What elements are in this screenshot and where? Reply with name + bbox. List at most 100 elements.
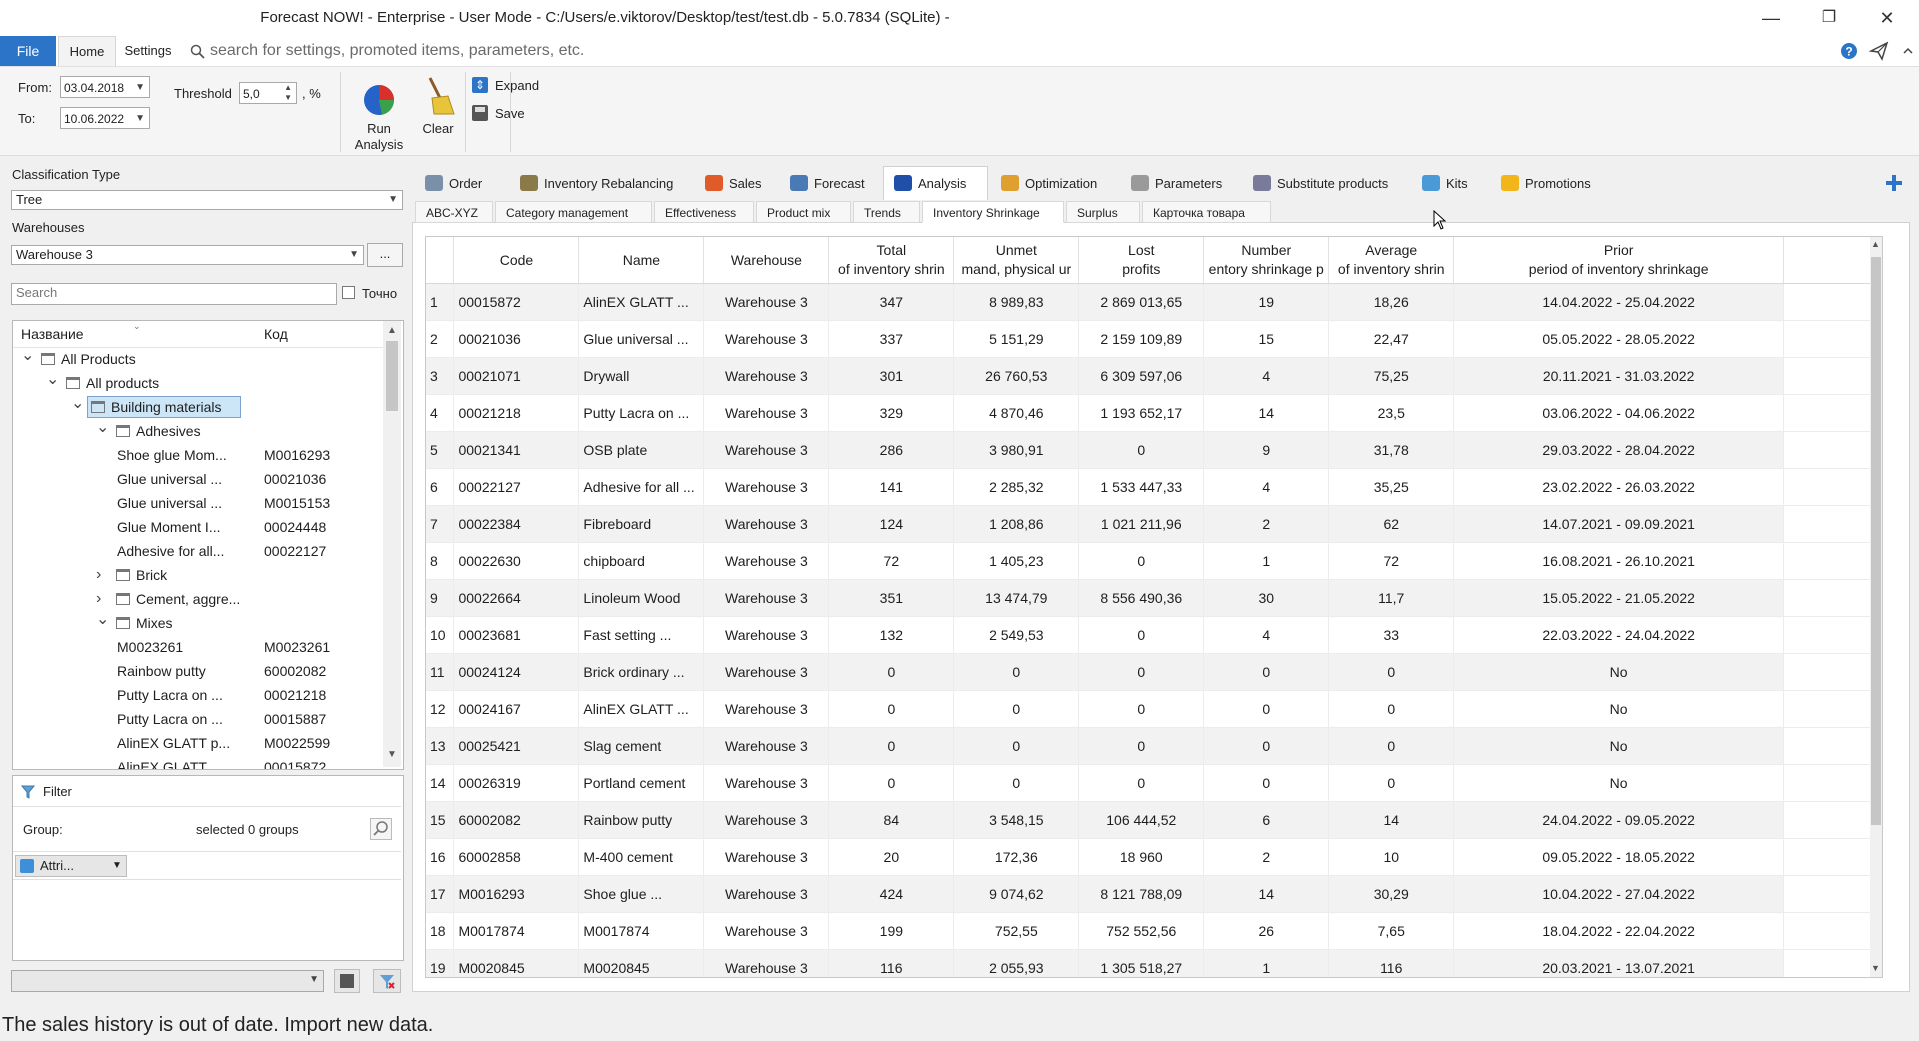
tab-sales[interactable]: Sales (694, 166, 777, 200)
to-date-input[interactable]: 10.06.2022 ▼ (60, 107, 150, 129)
preset-select[interactable]: ▼ (11, 970, 324, 992)
tree-row[interactable]: ⌄ Mixes (13, 609, 383, 634)
tab-inventory-rebalancing[interactable]: Inventory Rebalancing (509, 166, 692, 200)
column-header[interactable]: Lost profits (1078, 237, 1205, 284)
column-header[interactable]: Prior period of inventory shrinkage (1453, 237, 1785, 284)
save-preset-button[interactable] (334, 969, 360, 993)
table-row[interactable]: 3 00021071 Drywall Warehouse 3 301 26 760,53 6… (426, 357, 1882, 395)
subtab[interactable]: ABC-XYZ (415, 201, 493, 223)
column-header[interactable]: Total of inventory shrin (828, 237, 955, 284)
tab-substitute-products[interactable]: Substitute products (1242, 166, 1409, 200)
expand-chevron-icon[interactable]: › (96, 564, 101, 586)
subtab[interactable]: Product mix (756, 201, 851, 223)
tree-col-code[interactable]: Код (264, 326, 288, 342)
subtab[interactable]: Category management (495, 201, 652, 223)
attribute-filter-button[interactable]: Attri... ▼ (15, 855, 127, 877)
table-row[interactable]: 2 00021036 Glue universal ... Warehouse 3 33… (426, 320, 1882, 358)
table-row[interactable]: 9 00022664 Linoleum Wood Warehouse 3 351 13 4… (426, 579, 1882, 617)
run-analysis-button[interactable]: Run Analysis (346, 72, 412, 154)
tree-row[interactable]: AlinEX GLATT ... 00015872 (13, 756, 383, 769)
clear-filter-button[interactable] (373, 969, 401, 993)
table-row[interactable]: 16 60002858 M-400 cement Warehouse 3 20 172,3… (426, 838, 1882, 876)
tree-row[interactable]: ⌄ Building materials (13, 395, 383, 418)
grid-scrollbar[interactable]: ▲ ▼ (1870, 237, 1882, 977)
tree-row[interactable]: Shoe glue Mom... M0016293 (13, 444, 383, 466)
menu-settings[interactable]: Settings (116, 36, 180, 66)
tree-row[interactable]: › Brick (13, 564, 383, 586)
collapse-chevron-icon[interactable]: ⌄ (96, 609, 109, 631)
warehouse-select[interactable]: Warehouse 3 ▼ (11, 245, 364, 265)
table-row[interactable]: 11 00024124 Brick ordinary ... Warehouse 30… (426, 653, 1882, 691)
table-row[interactable]: 7 00022384 Fibreboard Warehouse 3 124 1 208,8… (426, 505, 1882, 543)
tab-promotions[interactable]: Promotions (1490, 166, 1607, 200)
tree-row[interactable]: Glue Moment I... 00024448 (13, 516, 383, 538)
table-row[interactable]: 4 00021218 Putty Lacra on ... Warehouse 3 32… (426, 394, 1882, 432)
table-row[interactable]: 12 00024167 AlinEX GLATT ... Warehouse 3000… (426, 690, 1882, 728)
product-tree[interactable]: Название ⌄ Код ⌄ All Products ⌄ All product… (12, 320, 404, 770)
clear-button[interactable]: Clear (414, 72, 462, 154)
tree-row[interactable]: Adhesive for all... 00022127 (13, 540, 383, 562)
warehouse-more-button[interactable]: ... (367, 243, 403, 267)
menu-home[interactable]: Home (58, 36, 116, 66)
group-search-icon[interactable] (370, 818, 392, 840)
tree-scrollbar[interactable]: ▲ ▼ (383, 321, 401, 767)
subtab[interactable]: Trends (853, 201, 920, 223)
table-row[interactable]: 8 00022630 chipboard Warehouse 3 72 1 405,23 0… (426, 542, 1882, 580)
tab-analysis[interactable]: Analysis (883, 166, 988, 200)
stepper-arrows-icon[interactable]: ▲ ▼ (284, 83, 292, 103)
collapse-chevron-icon[interactable]: ⌄ (46, 369, 59, 391)
tree-row[interactable]: Rainbow putty 60002082 (13, 660, 383, 682)
column-header[interactable]: Warehouse (703, 237, 830, 284)
column-header[interactable]: Unmet mand, physical ur (953, 237, 1080, 284)
subtab[interactable]: Inventory Shrinkage (922, 201, 1064, 223)
tree-row[interactable]: Glue universal ... 00021036 (13, 468, 383, 490)
tree-row[interactable]: AlinEX GLATT p... M0022599 (13, 732, 383, 754)
tab-parameters[interactable]: Parameters (1120, 166, 1240, 200)
tree-row[interactable]: Glue universal ... M0015153 (13, 492, 383, 514)
tree-row[interactable]: Putty Lacra on ... 00015887 (13, 708, 383, 730)
close-button[interactable]: ✕ (1864, 6, 1910, 30)
table-row[interactable]: 6 00022127 Adhesive for all ... Warehouse 3… (426, 468, 1882, 506)
scrollbar-thumb[interactable] (1871, 257, 1881, 825)
column-header[interactable]: Name (578, 237, 705, 284)
table-row[interactable]: 18 M0017874 M0017874 Warehouse 3 199 752,55 75… (426, 912, 1882, 950)
send-icon[interactable] (1869, 41, 1889, 61)
expand-button[interactable]: ⇕ Expand (472, 76, 552, 96)
column-header[interactable]: Number entory shrinkage p (1203, 237, 1330, 284)
tree-search-input[interactable]: Search (11, 283, 337, 305)
table-row[interactable]: 17 M0016293 Shoe glue ... Warehouse 3 424 9 0… (426, 875, 1882, 913)
collapse-ribbon-icon[interactable] (1902, 45, 1914, 57)
tree-row[interactable]: M0023261 M0023261 (13, 636, 383, 658)
tree-row[interactable]: › Cement, aggre... (13, 588, 383, 610)
tab-forecast[interactable]: Forecast (779, 166, 881, 200)
table-row[interactable]: 10 00023681 Fast setting ... Warehouse 3 132… (426, 616, 1882, 654)
tree-row[interactable]: ⌄ Adhesives (13, 417, 383, 442)
add-tab-icon[interactable] (1884, 173, 1904, 193)
subtab[interactable]: Effectiveness (654, 201, 754, 223)
subtab[interactable]: Surplus (1066, 201, 1140, 223)
tree-row[interactable]: ⌄ All products (13, 369, 383, 394)
table-row[interactable]: 14 00026319 Portland cement Warehouse 30000… (426, 764, 1882, 802)
tree-row[interactable]: ⌄ All Products (13, 345, 383, 370)
expand-chevron-icon[interactable]: › (96, 588, 101, 610)
help-icon[interactable]: ? (1840, 42, 1858, 60)
tab-order[interactable]: Order (414, 166, 507, 200)
column-header[interactable]: Average of inventory shrin (1328, 237, 1455, 284)
table-row[interactable]: 13 00025421 Slag cement Warehouse 3 0 0 0 0 0 No (426, 727, 1882, 765)
scrollbar-thumb[interactable] (386, 341, 398, 411)
subtab[interactable]: Карточка товара (1142, 201, 1271, 223)
collapse-chevron-icon[interactable]: ⌄ (21, 345, 34, 367)
from-date-input[interactable]: 03.04.2018 ▼ (60, 76, 150, 98)
save-button[interactable]: Save (472, 104, 552, 124)
maximize-button[interactable]: ❐ (1806, 6, 1852, 30)
collapse-chevron-icon[interactable]: ⌄ (96, 417, 109, 439)
table-row[interactable]: 5 00021341 OSB plate Warehouse 3 286 3 980,91… (426, 431, 1882, 469)
tab-optimization[interactable]: Optimization (990, 166, 1118, 200)
threshold-stepper[interactable]: 5,0 ▲ ▼ (239, 82, 297, 104)
column-header[interactable]: Code (453, 237, 580, 284)
global-search-input[interactable]: search for settings, promoted items, par… (210, 42, 910, 62)
table-row[interactable]: 1 00015872 AlinEX GLATT ... Warehouse 3 347 8… (426, 283, 1882, 321)
tab-kits[interactable]: Kits (1411, 166, 1488, 200)
tree-row[interactable]: Putty Lacra on ... 00021218 (13, 684, 383, 706)
classification-type-select[interactable]: Tree ▼ (11, 190, 403, 210)
